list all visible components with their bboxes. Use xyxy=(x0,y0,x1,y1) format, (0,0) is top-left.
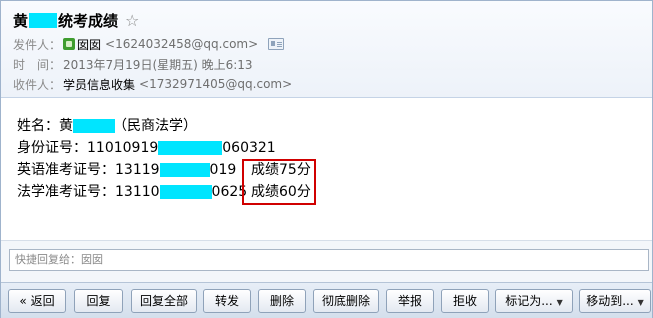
mark-as-dropdown[interactable]: 标记为... ▼ xyxy=(495,289,573,313)
english-line: 英语准考证号： 13119 019 xyxy=(17,159,276,181)
id-prefix: 11010919 xyxy=(87,140,159,156)
mail-body: 姓名： 黄 （民商法学） 身份证号： 11010919 060321 英语准考证… xyxy=(17,115,276,203)
move-to-dropdown[interactable]: 移动到... ▼ xyxy=(579,289,651,313)
name-line: 姓名： 黄 （民商法学） xyxy=(17,115,276,137)
forward-button[interactable]: 转发 xyxy=(203,289,251,313)
from-row: 发件人： 囡囡 <1624032458@qq.com> xyxy=(13,35,285,53)
subject-prefix: 黄 xyxy=(13,11,29,30)
contact-icon xyxy=(63,38,75,50)
from-label: 发件人： xyxy=(13,37,62,52)
report-button[interactable]: 举报 xyxy=(386,289,434,313)
quick-reply-input[interactable]: 快捷回复给：囡囡 xyxy=(9,249,649,271)
id-line: 身份证号： 11010919 060321 xyxy=(17,137,276,159)
delete-button[interactable]: 删除 xyxy=(258,289,306,313)
law-label: 法学准考证号： xyxy=(17,184,115,200)
name-prefix: 黄 xyxy=(59,118,73,134)
name-suffix: （民商法学） xyxy=(113,118,197,134)
redaction-mark xyxy=(159,185,212,199)
law-prefix: 13110 xyxy=(115,184,160,200)
move-to-label: 移动到... xyxy=(586,294,634,308)
id-suffix: 060321 xyxy=(222,140,276,156)
to-name[interactable]: 学员信息收集 xyxy=(63,76,135,93)
reject-button[interactable]: 拒收 xyxy=(441,289,489,313)
redaction-mark xyxy=(159,163,210,177)
mark-as-label: 标记为... xyxy=(505,294,553,308)
from-email[interactable]: <1624032458@qq.com> xyxy=(105,37,258,51)
name-label: 姓名： xyxy=(17,118,59,134)
to-label: 收件人： xyxy=(13,77,62,92)
address-card-icon[interactable] xyxy=(268,38,285,50)
english-prefix: 13119 xyxy=(115,162,160,178)
redaction-mark xyxy=(29,12,58,28)
back-button[interactable]: « 返回 xyxy=(8,289,66,313)
score-highlight-box xyxy=(242,159,316,205)
chevron-down-icon: ▼ xyxy=(637,298,644,307)
chevron-down-icon: ▼ xyxy=(556,298,563,307)
star-icon[interactable]: ☆ xyxy=(125,11,139,30)
time-label: 时 间： xyxy=(13,57,62,72)
reply-button[interactable]: 回复 xyxy=(74,289,123,313)
subject-suffix: 统考成绩 xyxy=(58,11,119,30)
mail-subject: 黄 统考成绩 ☆ xyxy=(13,9,139,31)
redaction-mark xyxy=(158,141,223,155)
time-row: 时 间： 2013年7月19日(星期五) 晚上6:13 xyxy=(13,55,253,73)
english-suffix: 019 xyxy=(209,162,237,178)
law-line: 法学准考证号： 13110 0625 xyxy=(17,181,276,203)
english-label: 英语准考证号： xyxy=(17,162,115,178)
id-label: 身份证号： xyxy=(17,140,87,156)
mail-header: 黄 统考成绩 ☆ 发件人： 囡囡 <1624032458@qq.com> 时 间… xyxy=(1,0,652,98)
to-row: 收件人： 学员信息收集 <1732971405@qq.com> xyxy=(13,75,292,93)
from-name[interactable]: 囡囡 xyxy=(77,36,101,53)
to-email[interactable]: <1732971405@qq.com> xyxy=(139,77,292,91)
quick-reply-area: 快捷回复给：囡囡 xyxy=(1,240,652,282)
reply-all-button[interactable]: 回复全部 xyxy=(131,289,197,313)
time-value: 2013年7月19日(星期五) 晚上6:13 xyxy=(63,57,253,72)
redaction-mark xyxy=(73,119,115,133)
delete-permanently-button[interactable]: 彻底删除 xyxy=(313,289,379,313)
action-toolbar: « 返回 回复 回复全部 转发 删除 彻底删除 举报 拒收 标记为... ▼ 移动… xyxy=(1,282,652,318)
